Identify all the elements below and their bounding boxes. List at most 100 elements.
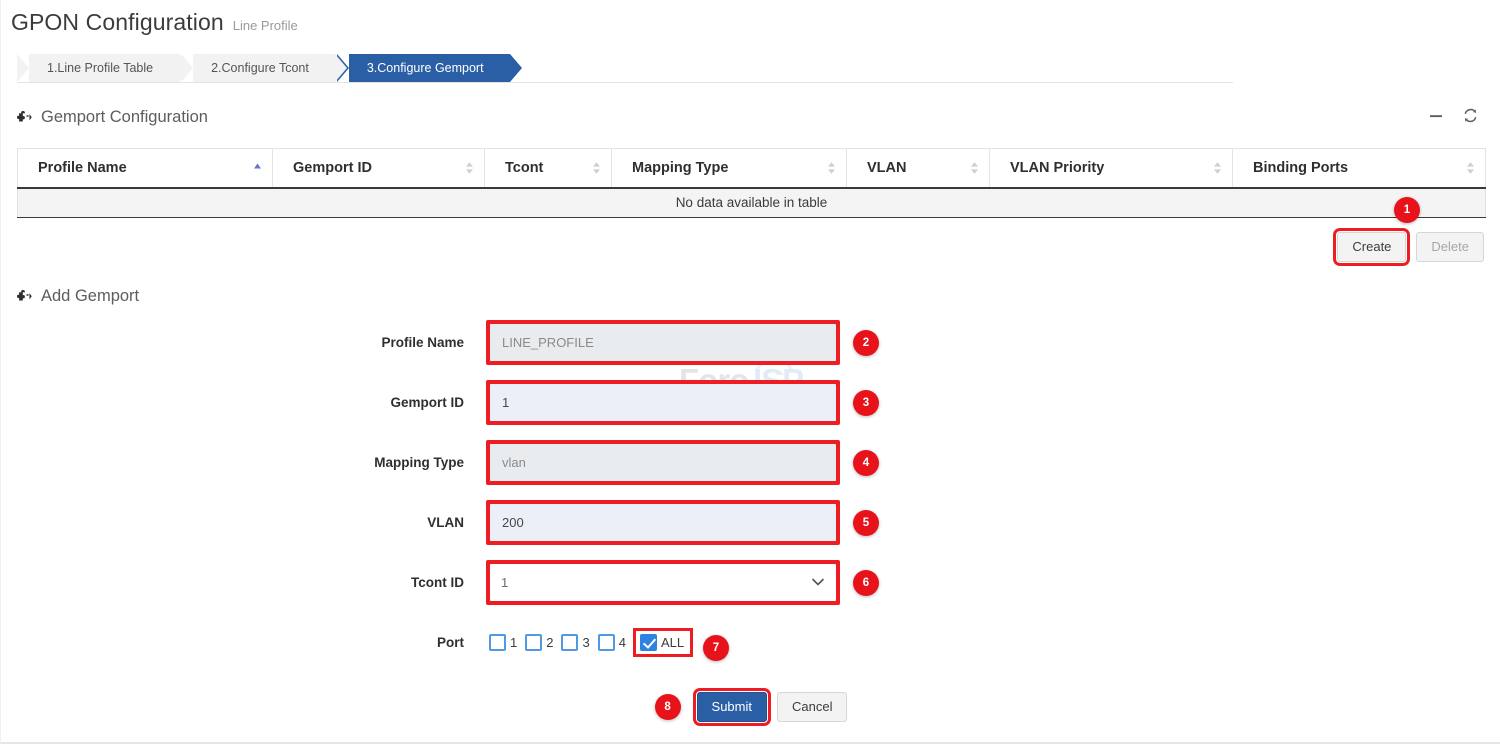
label-mapping-type: Mapping Type bbox=[1, 455, 489, 470]
column-label: Mapping Type bbox=[632, 160, 728, 176]
step-line-profile-table[interactable]: 1.Line Profile Table bbox=[17, 54, 179, 82]
port-checkbox-label: 2 bbox=[546, 635, 553, 650]
delete-button[interactable]: Delete bbox=[1416, 232, 1484, 262]
column-header-binding-ports[interactable]: Binding Ports bbox=[1233, 149, 1486, 188]
gemport-id-input[interactable] bbox=[489, 383, 837, 422]
column-header-mapping-type[interactable]: Mapping Type bbox=[612, 149, 847, 188]
port-checkbox-1[interactable]: 1 bbox=[489, 634, 517, 651]
sort-none-icon[interactable] bbox=[465, 161, 474, 175]
form-row-gemport-id: Gemport ID 3 bbox=[1, 382, 1500, 422]
checkbox-icon[interactable] bbox=[598, 634, 615, 651]
refresh-icon[interactable] bbox=[1463, 108, 1478, 123]
checkbox-checked-icon[interactable] bbox=[640, 634, 657, 651]
steps-divider bbox=[17, 82, 1233, 83]
control-mapping-type: 4 bbox=[489, 443, 837, 482]
sort-asc-icon[interactable] bbox=[253, 161, 262, 175]
port-checkbox-label: 1 bbox=[510, 635, 517, 650]
checkbox-icon[interactable] bbox=[561, 634, 578, 651]
page-title: GPON Configuration Line Profile bbox=[11, 9, 298, 36]
step-label: 3.Configure Gemport bbox=[367, 61, 484, 75]
column-label: VLAN bbox=[867, 160, 906, 176]
label-vlan: VLAN bbox=[1, 515, 489, 530]
table-actions: Create Delete bbox=[1337, 232, 1484, 262]
tcont-id-select[interactable]: 1 bbox=[489, 563, 837, 602]
gemport-table-header-row: Profile Name Gemport ID Tcont bbox=[18, 149, 1486, 188]
step-label: 2.Configure Tcont bbox=[211, 61, 309, 75]
form-row-mapping-type: Mapping Type 4 bbox=[1, 442, 1500, 482]
control-port: 1 2 3 4 bbox=[489, 628, 837, 657]
mapping-type-input[interactable] bbox=[489, 443, 837, 482]
sort-none-icon[interactable] bbox=[970, 161, 979, 175]
column-label: Gemport ID bbox=[293, 160, 372, 176]
sort-none-icon[interactable] bbox=[827, 161, 836, 175]
form-row-tcont-id: Tcont ID 1 6 bbox=[1, 562, 1500, 602]
callout-badge-3: 3 bbox=[853, 390, 879, 416]
port-checkbox-label: 3 bbox=[582, 635, 589, 650]
column-label: Tcont bbox=[505, 160, 543, 176]
column-header-vlan[interactable]: VLAN bbox=[847, 149, 990, 188]
port-checkbox-label: 4 bbox=[619, 635, 626, 650]
cancel-button[interactable]: Cancel bbox=[777, 692, 847, 722]
table-empty-row: No data available in table bbox=[18, 188, 1486, 218]
callout-badge-5: 5 bbox=[853, 510, 879, 536]
label-port: Port bbox=[1, 635, 489, 650]
page-subtitle-text: Line Profile bbox=[233, 18, 298, 33]
form-row-profile-name: Profile Name 2 bbox=[1, 322, 1500, 362]
callout-badge-4: 4 bbox=[853, 450, 879, 476]
submit-button[interactable]: Submit bbox=[697, 692, 767, 722]
control-gemport-id: 3 bbox=[489, 383, 837, 422]
create-button[interactable]: Create bbox=[1337, 232, 1406, 262]
form-actions: 8 Submit Cancel bbox=[1, 692, 1500, 722]
label-tcont-id: Tcont ID bbox=[1, 575, 489, 590]
add-gemport-heading: Add Gemport bbox=[17, 287, 139, 306]
checkbox-icon[interactable] bbox=[525, 634, 542, 651]
column-header-tcont[interactable]: Tcont bbox=[485, 149, 612, 188]
sort-none-icon[interactable] bbox=[1466, 161, 1475, 175]
column-header-profile-name[interactable]: Profile Name bbox=[18, 149, 273, 188]
gemport-table-wrapper: Profile Name Gemport ID Tcont bbox=[17, 148, 1485, 218]
control-vlan: 5 bbox=[489, 503, 837, 542]
form-row-vlan: VLAN 5 bbox=[1, 502, 1500, 542]
minimize-icon[interactable] bbox=[1429, 109, 1443, 123]
port-checkbox-label: ALL bbox=[661, 635, 684, 650]
form-row-port: Port 1 2 3 bbox=[1, 622, 1500, 662]
gemport-table-head: Profile Name Gemport ID Tcont bbox=[18, 149, 1486, 188]
column-header-gemport-id[interactable]: Gemport ID bbox=[273, 149, 485, 188]
step-label: 1.Line Profile Table bbox=[47, 61, 153, 75]
vlan-input[interactable] bbox=[489, 503, 837, 542]
port-checkbox-group: 1 2 3 4 bbox=[489, 628, 837, 657]
add-gemport-title: Add Gemport bbox=[41, 287, 139, 306]
page-title-text: GPON Configuration bbox=[11, 9, 224, 36]
add-gemport-form: Profile Name 2 Gemport ID 3 Mapping Type… bbox=[1, 322, 1500, 682]
profile-name-input[interactable] bbox=[489, 323, 837, 362]
port-checkbox-all[interactable]: ALL bbox=[633, 628, 693, 657]
gemport-table-body: No data available in table bbox=[18, 188, 1486, 218]
step-configure-tcont[interactable]: 2.Configure Tcont bbox=[181, 54, 335, 82]
port-checkbox-2[interactable]: 2 bbox=[525, 634, 553, 651]
gemport-table: Profile Name Gemport ID Tcont bbox=[17, 148, 1486, 218]
sort-none-icon[interactable] bbox=[1213, 161, 1222, 175]
column-label: VLAN Priority bbox=[1010, 160, 1104, 176]
sort-none-icon[interactable] bbox=[592, 161, 601, 175]
label-profile-name: Profile Name bbox=[1, 335, 489, 350]
column-label: Profile Name bbox=[38, 160, 127, 176]
callout-badge-6: 6 bbox=[853, 570, 879, 596]
column-header-vlan-priority[interactable]: VLAN Priority bbox=[990, 149, 1233, 188]
control-profile-name: 2 bbox=[489, 323, 837, 362]
label-gemport-id: Gemport ID bbox=[1, 395, 489, 410]
port-checkbox-3[interactable]: 3 bbox=[561, 634, 589, 651]
callout-badge-1: 1 bbox=[1394, 197, 1420, 223]
checkbox-icon[interactable] bbox=[489, 634, 506, 651]
port-checkbox-4[interactable]: 4 bbox=[598, 634, 626, 651]
puzzle-icon bbox=[17, 289, 32, 304]
wizard-steps: 1.Line Profile Table 2.Configure Tcont 3… bbox=[17, 54, 512, 82]
panel-tools bbox=[1429, 108, 1478, 123]
puzzle-icon bbox=[17, 110, 32, 125]
column-label: Binding Ports bbox=[1253, 160, 1348, 176]
table-empty-message: No data available in table bbox=[18, 188, 1486, 218]
step-configure-gemport[interactable]: 3.Configure Gemport bbox=[337, 54, 510, 82]
gemport-configuration-heading: Gemport Configuration bbox=[17, 108, 208, 127]
gemport-configuration-title: Gemport Configuration bbox=[41, 108, 208, 127]
callout-badge-8: 8 bbox=[655, 694, 681, 720]
callout-badge-2: 2 bbox=[853, 330, 879, 356]
